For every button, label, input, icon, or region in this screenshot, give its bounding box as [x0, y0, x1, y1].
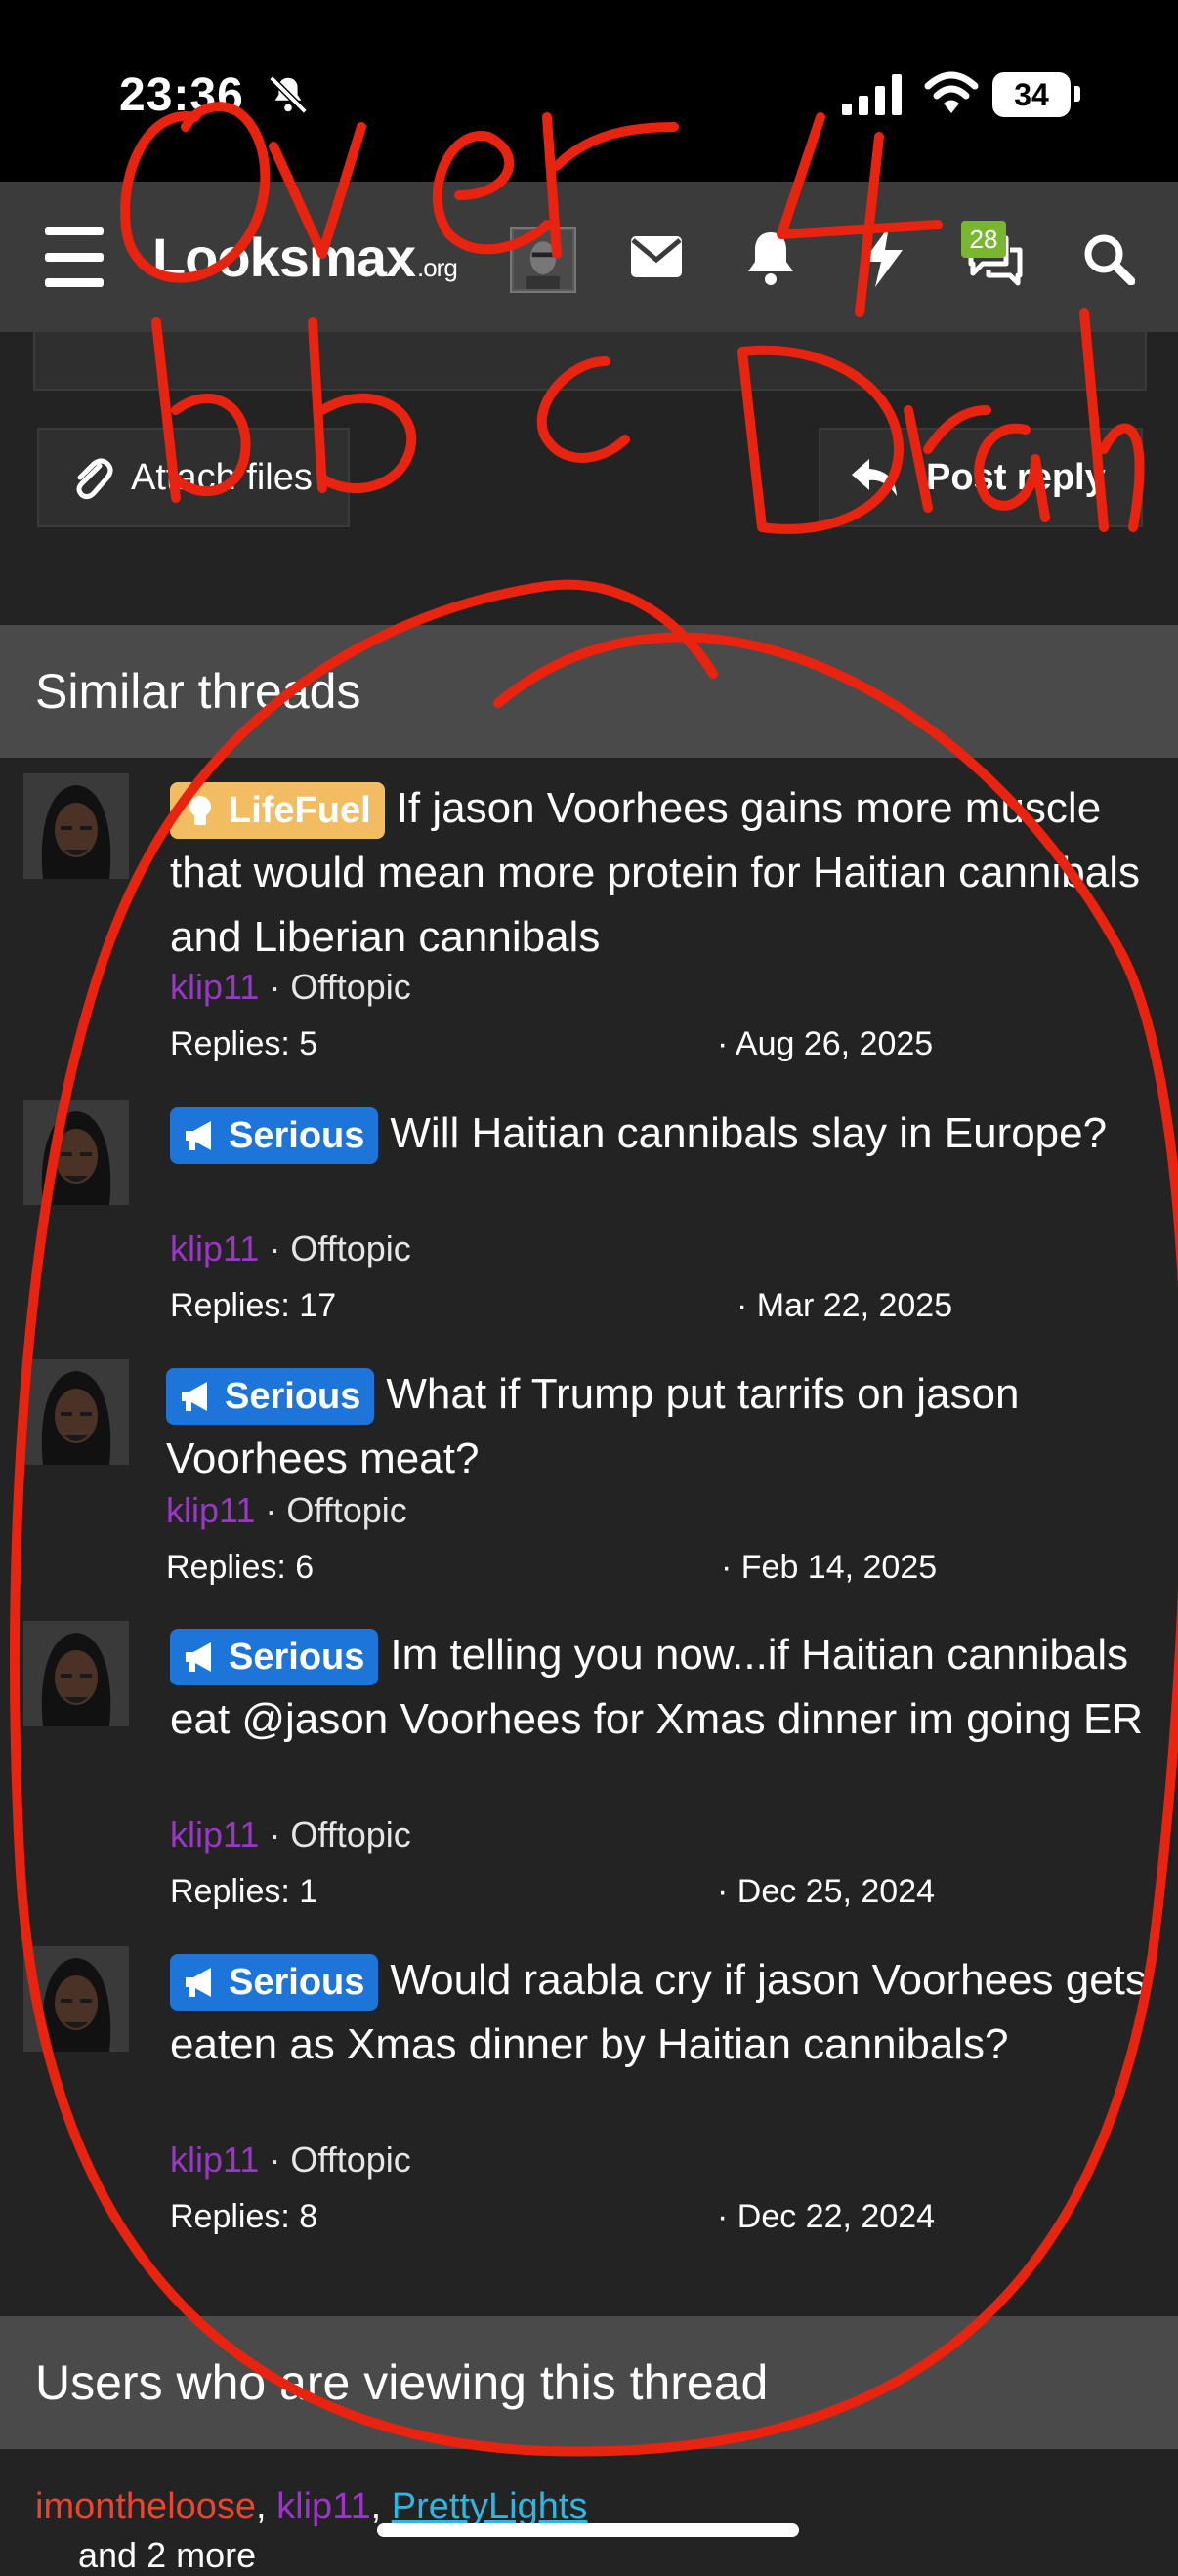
viewer-link[interactable]: imontheloose	[35, 2486, 256, 2527]
reply-arrow-icon	[852, 459, 897, 496]
thread-prefix-badge[interactable]: Serious	[170, 1954, 379, 2012]
post-reply-label: Post reply	[926, 456, 1106, 498]
thread-date: · Dec 25, 2024	[717, 1873, 936, 1910]
thread-prefix-badge[interactable]: LifeFuel	[170, 782, 385, 840]
thread-author-link[interactable]: klip11	[170, 1814, 259, 1854]
viewer-link[interactable]: PrettyLights	[392, 2486, 588, 2527]
thread-prefix-label: Serious	[229, 1637, 365, 1679]
thread-date: · Aug 26, 2025	[717, 1025, 934, 1062]
thread-prefix-label: Serious	[229, 1962, 365, 2004]
thread-forum-link[interactable]: · Offtopic	[269, 2140, 410, 2180]
thread-prefix-label: Serious	[225, 1376, 361, 1418]
thread-prefix-badge[interactable]: Serious	[170, 1107, 379, 1165]
thread-meta: klip11 · Offtopic	[170, 1814, 411, 1855]
thread-author-link[interactable]: klip11	[170, 1228, 259, 1268]
thread-replies-count: Replies: 5	[170, 1025, 318, 1062]
viewing-users-list: imontheloose, klip11, PrettyLights	[35, 2486, 587, 2528]
thread-author-avatar[interactable]	[23, 1946, 129, 2052]
status-time: 23:36	[119, 69, 244, 121]
thread-title-text: Will Haitian cannibals slay in Europe?	[390, 1109, 1108, 1157]
thread-author-link[interactable]: klip11	[170, 2140, 259, 2180]
reply-editor[interactable]	[33, 332, 1147, 391]
status-bar: 23:36 34	[0, 0, 1178, 182]
thread-title[interactable]: LifeFuel If jason Voorhees gains more mus…	[170, 776, 1147, 970]
thread-title[interactable]: Serious Will Haitian cannibals slay in Eu…	[170, 1101, 1147, 1166]
thread-author-link[interactable]: klip11	[170, 967, 259, 1007]
attach-files-button[interactable]: Attach files	[37, 428, 350, 527]
thread-forum-link[interactable]: · Offtopic	[265, 1490, 406, 1530]
thread-forum-link[interactable]: · Offtopic	[269, 1228, 410, 1268]
thread-author-avatar[interactable]	[23, 1621, 129, 1726]
thread-replies-count: Replies: 6	[166, 1549, 315, 1586]
thread-meta: klip11 · Offtopic	[166, 1490, 407, 1531]
thread-title[interactable]: Serious Im telling you now...if Haitian c…	[170, 1623, 1147, 1752]
thread-prefix-badge[interactable]: Serious	[170, 1629, 379, 1686]
thread-forum-link[interactable]: · Offtopic	[269, 967, 410, 1007]
envelope-icon[interactable]	[631, 236, 682, 277]
battery-tip	[1074, 86, 1080, 102]
search-icon[interactable]	[1082, 232, 1135, 285]
wifi-icon	[924, 71, 979, 113]
site-logo[interactable]: Looksmax .org	[152, 223, 458, 291]
viewing-users-heading: Users who are viewing this thread	[0, 2316, 1178, 2449]
attach-files-label: Attach files	[131, 456, 313, 498]
thread-prefix-label: Serious	[229, 1115, 365, 1157]
thread-meta: klip11 · Offtopic	[170, 967, 411, 1008]
thread-prefix-badge[interactable]: Serious	[166, 1368, 375, 1426]
thread-replies-count: Replies: 1	[170, 1873, 318, 1910]
paperclip-icon	[76, 458, 113, 500]
more-viewers[interactable]: and 2 more	[78, 2535, 256, 2576]
thread-date: · Feb 14, 2025	[721, 1549, 938, 1586]
battery-indicator: 34	[992, 72, 1071, 117]
account-avatar[interactable]	[510, 227, 576, 293]
thread-forum-link[interactable]: · Offtopic	[269, 1814, 410, 1854]
menu-icon[interactable]	[41, 227, 107, 287]
logo-suffix: .org	[417, 252, 458, 282]
viewer-separator: ,	[256, 2486, 277, 2527]
thread-author-avatar[interactable]	[23, 1359, 129, 1465]
thread-date: · Mar 22, 2025	[736, 1287, 953, 1324]
bell-icon[interactable]	[744, 229, 797, 285]
thread-author-avatar[interactable]	[23, 773, 129, 879]
bolt-icon[interactable]	[860, 227, 906, 287]
post-reply-button[interactable]: Post reply	[819, 428, 1143, 527]
similar-threads-heading: Similar threads	[0, 625, 1178, 758]
thread-title[interactable]: Serious Would raabla cry if jason Voorhee…	[170, 1948, 1147, 2077]
thread-prefix-label: LifeFuel	[229, 790, 371, 832]
viewer-link[interactable]: klip11	[276, 2486, 370, 2527]
thread-replies-count: Replies: 8	[170, 2198, 318, 2235]
thread-author-link[interactable]: klip11	[166, 1490, 255, 1530]
site-nav-bar: Looksmax .org 28	[0, 182, 1178, 332]
viewer-separator: ,	[370, 2486, 392, 2527]
chat-badge: 28	[961, 221, 1006, 258]
thread-replies-count: Replies: 17	[170, 1287, 337, 1324]
silent-mode-icon	[269, 75, 308, 114]
avatar-image	[514, 230, 572, 289]
thread-author-avatar[interactable]	[23, 1100, 129, 1205]
thread-title[interactable]: Serious What if Trump put tarrifs on jaso…	[166, 1362, 1143, 1491]
cell-signal-icon	[842, 74, 902, 115]
thread-meta: klip11 · Offtopic	[170, 2140, 411, 2181]
home-indicator	[377, 2523, 799, 2537]
thread-date: · Dec 22, 2024	[717, 2198, 936, 2235]
logo-text: Looksmax	[152, 226, 416, 288]
thread-meta: klip11 · Offtopic	[170, 1228, 411, 1269]
